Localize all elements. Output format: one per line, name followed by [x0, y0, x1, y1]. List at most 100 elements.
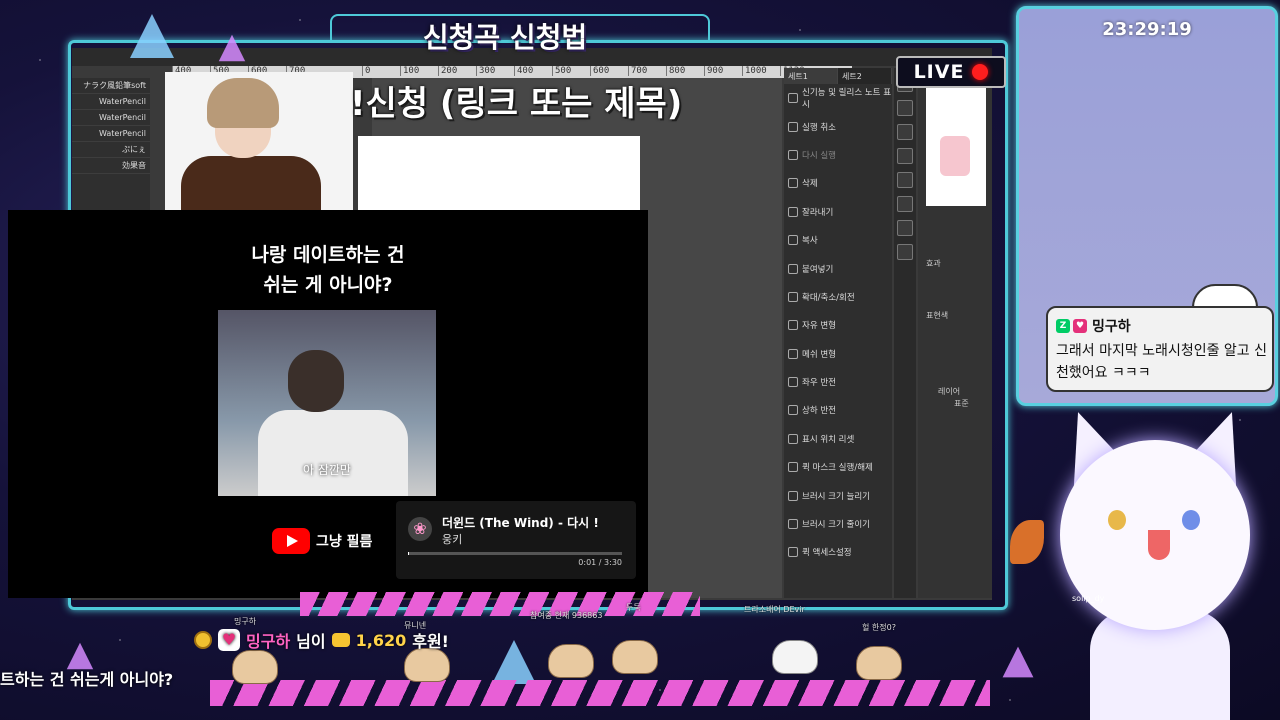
blend-mode-label[interactable]: 표준	[954, 398, 969, 409]
menu-item-icon	[788, 547, 798, 558]
tool-icon[interactable]	[897, 124, 913, 140]
medal-icon	[194, 631, 212, 649]
menu-item-label: 삭제	[802, 179, 818, 190]
donation-amount: 1,620	[355, 630, 407, 650]
menu-item-icon	[788, 348, 798, 359]
viewer-label-e: 트라소배어 DEvir	[744, 605, 805, 614]
youtube-channel[interactable]: 그냥 필름	[272, 528, 372, 554]
video-frame: 아 잠깐만	[218, 310, 436, 496]
music-player[interactable]: ❀ 더윈드 (The Wind) - 다시 ! 웅키 0:01 / 3:30	[396, 501, 636, 579]
video-person-head	[288, 350, 344, 412]
menu-item-label: 퀵 마스크 실행/해제	[802, 463, 873, 474]
menu-item[interactable]: 퀵 마스크 실행/해제	[784, 453, 892, 481]
chat-message: 그래서 마지막 노래시청인줄 알고 신천했어요 ㅋㅋㅋ	[1056, 343, 1267, 381]
menu-item[interactable]: 자유 변형	[784, 311, 892, 339]
menu-item-icon	[788, 206, 798, 217]
menu-item-icon	[788, 291, 798, 302]
menu-item[interactable]: 신기능 및 릴리스 노트 표시	[784, 84, 892, 112]
menu-item-icon	[788, 178, 798, 189]
menu-item-label: 상하 반전	[802, 406, 836, 417]
flower-icon: ❀	[408, 517, 432, 541]
video-caption: 나랑 데이트하는 건 쉬는 게 아니야?	[8, 240, 648, 300]
star-icon	[492, 640, 536, 684]
donation-suffix: 님이	[296, 632, 326, 651]
menu-item[interactable]: 확대/축소/회전	[784, 283, 892, 311]
chat-username: 밍구하	[1092, 319, 1131, 335]
caption-line-2: 쉬는 게 아니야?	[263, 274, 393, 296]
menu-item-label: 자유 변형	[802, 321, 836, 332]
menu-tab[interactable]: 세트2	[838, 68, 892, 84]
menu-item[interactable]: 브러시 크기 줄이기	[784, 510, 892, 538]
channel-name: 그냥 필름	[316, 534, 373, 550]
quick-access-menu[interactable]: 세트1 세트2 신기능 및 릴리스 노트 표시실행 취소다시 실행삭제잘라내기복사…	[784, 68, 892, 598]
menu-item[interactable]: 복사	[784, 226, 892, 254]
viewer-label-d: 두둑	[626, 603, 641, 612]
ruler-tick: 500	[552, 66, 590, 76]
ruler-tick: 400	[514, 66, 552, 76]
song-title: 더윈드 (The Wind) - 다시 !	[442, 516, 599, 530]
brush-item[interactable]: ナラク風鉛筆soft	[72, 78, 150, 94]
ruler-tick: 700	[628, 66, 666, 76]
brush-item[interactable]: WaterPencil	[72, 110, 150, 126]
mascot-tag: solip_dy	[1072, 594, 1105, 603]
song-progress-bar[interactable]	[408, 552, 622, 555]
menu-item[interactable]: 잘라내기	[784, 198, 892, 226]
tool-icon[interactable]	[897, 244, 913, 260]
menu-item-icon	[788, 93, 798, 104]
brush-item[interactable]: 効果音	[72, 158, 150, 174]
menu-item[interactable]: 브러시 크기 늘리기	[784, 481, 892, 509]
menu-item-icon	[788, 149, 798, 160]
tool-column[interactable]	[894, 68, 916, 598]
layers-panel[interactable]: 효과 표현색 레이어 표준	[918, 68, 992, 598]
navigator-thumbnail	[926, 86, 986, 206]
live-dot-icon	[972, 64, 989, 80]
menu-item[interactable]: 메쉬 변형	[784, 340, 892, 368]
critter-icon	[548, 644, 594, 678]
tool-icon[interactable]	[897, 220, 913, 236]
menu-item-icon	[788, 320, 798, 331]
tool-icon[interactable]	[897, 100, 913, 116]
critter-icon	[612, 640, 658, 674]
live-badge: LIVE	[896, 56, 1006, 88]
critter-icon	[232, 650, 278, 684]
menu-item-label: 복사	[802, 236, 818, 247]
menu-item[interactable]: 상하 반전	[784, 396, 892, 424]
ruler-tick: 600	[590, 66, 628, 76]
tool-icon[interactable]	[897, 172, 913, 188]
menu-tab[interactable]: 세트1	[784, 68, 838, 84]
menu-item[interactable]: 표시 위치 리셋	[784, 425, 892, 453]
effect-label: 효과	[926, 259, 941, 268]
menu-item-label: 실행 취소	[802, 122, 836, 133]
menu-item-icon	[788, 490, 798, 501]
request-instruction: !신청 (링크 또는 제목)	[350, 84, 683, 124]
brush-item[interactable]: WaterPencil	[72, 94, 150, 110]
menu-tabs[interactable]: 세트1 세트2	[784, 68, 892, 84]
tool-icon[interactable]	[897, 196, 913, 212]
menu-item-label: 신기능 및 릴리스 노트 표시	[802, 88, 892, 111]
menu-item[interactable]: 좌우 반전	[784, 368, 892, 396]
color-label: 표현색	[926, 311, 949, 320]
menu-item-label: 퀵 액세스설정	[802, 548, 852, 559]
character-hair	[207, 78, 279, 128]
leaf-icon	[1010, 520, 1044, 564]
menu-item[interactable]: 퀵 액세스설정	[784, 538, 892, 566]
menu-item[interactable]: 다시 실행	[784, 141, 892, 169]
mascot-eye-left	[1108, 510, 1126, 530]
mascot-eye-right	[1182, 510, 1200, 530]
menu-item-icon	[788, 263, 798, 274]
menu-item-label: 브러시 크기 줄이기	[802, 520, 870, 531]
ruler-tick: 800	[666, 66, 704, 76]
song-time: 0:01 / 3:30	[578, 558, 622, 567]
menu-item[interactable]: 실행 취소	[784, 112, 892, 140]
coin-icon	[331, 633, 350, 647]
brush-item[interactable]: ぷにぇ	[72, 142, 150, 158]
menu-item-label: 메쉬 변형	[802, 349, 836, 360]
menu-item-icon	[788, 121, 798, 132]
menu-item[interactable]: 삭제	[784, 169, 892, 197]
menu-item[interactable]: 붙여넣기	[784, 254, 892, 282]
brush-item[interactable]: WaterPencil	[72, 126, 150, 142]
tool-icon[interactable]	[897, 148, 913, 164]
menu-item-label: 브러시 크기 늘리기	[802, 491, 870, 502]
neon-stripe-bottom	[210, 680, 990, 706]
menu-item-list[interactable]: 신기능 및 릴리스 노트 표시실행 취소다시 실행삭제잘라내기복사붙여넣기 확대/…	[784, 84, 892, 567]
